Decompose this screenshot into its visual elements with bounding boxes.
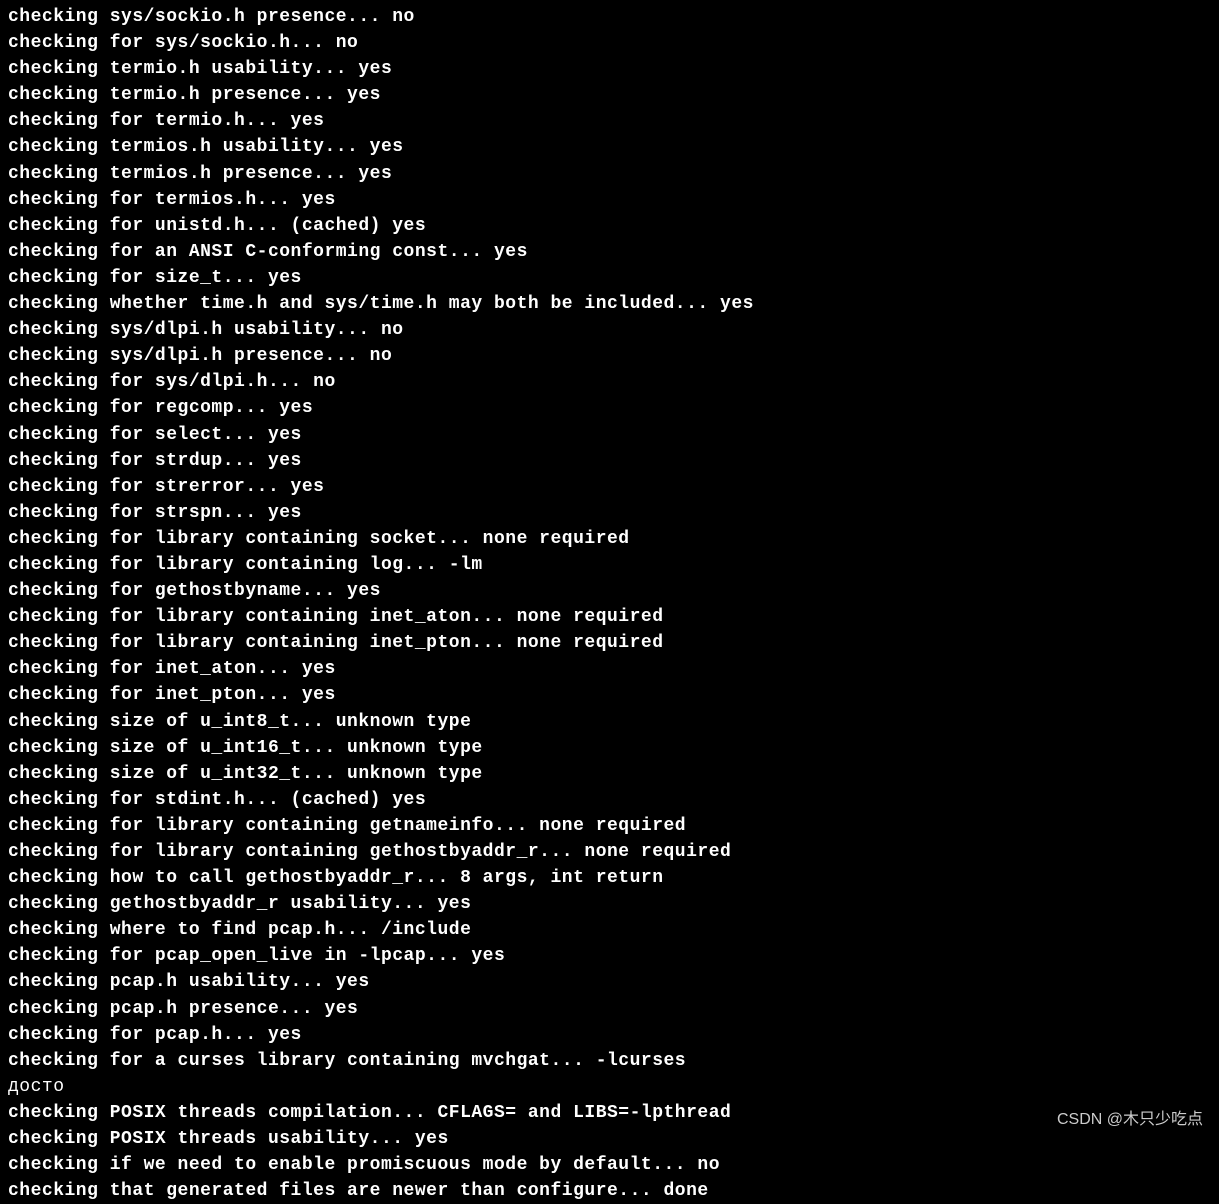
terminal-line: checking POSIX threads compilation... CF…	[8, 1100, 1211, 1126]
terminal-line: checking for library containing inet_pto…	[8, 630, 1211, 656]
terminal-line: checking how to call gethostbyaddr_r... …	[8, 865, 1211, 891]
terminal-line: checking for strspn... yes	[8, 500, 1211, 526]
terminal-line: checking for regcomp... yes	[8, 395, 1211, 421]
terminal-line: checking for library containing gethostb…	[8, 839, 1211, 865]
watermark-text: CSDN @木只少吃点	[1057, 1108, 1203, 1131]
terminal-line: checking that generated files are newer …	[8, 1178, 1211, 1204]
terminal-line: checking termio.h usability... yes	[8, 56, 1211, 82]
terminal-line: checking for inet_aton... yes	[8, 656, 1211, 682]
terminal-line: checking for unistd.h... (cached) yes	[8, 213, 1211, 239]
terminal-line: checking for termios.h... yes	[8, 187, 1211, 213]
terminal-line: checking for library containing inet_ato…	[8, 604, 1211, 630]
terminal-line: checking size of u_int16_t... unknown ty…	[8, 735, 1211, 761]
terminal-line: checking for inet_pton... yes	[8, 682, 1211, 708]
terminal-line: checking for sys/dlpi.h... no	[8, 369, 1211, 395]
terminal-line: checking for select... yes	[8, 422, 1211, 448]
terminal-line: checking for sys/sockio.h... no	[8, 30, 1211, 56]
terminal-line: checking for strerror... yes	[8, 474, 1211, 500]
terminal-line: checking for pcap_open_live in -lpcap...…	[8, 943, 1211, 969]
terminal-line: checking size of u_int32_t... unknown ty…	[8, 761, 1211, 787]
terminal-line: checking if we need to enable promiscuou…	[8, 1152, 1211, 1178]
terminal-line: checking whether time.h and sys/time.h m…	[8, 291, 1211, 317]
terminal-line: checking POSIX threads usability... yes	[8, 1126, 1211, 1152]
terminal-line: checking pcap.h usability... yes	[8, 969, 1211, 995]
terminal-line: checking for gethostbyname... yes	[8, 578, 1211, 604]
terminal-line: checking size of u_int8_t... unknown typ…	[8, 709, 1211, 735]
terminal-line: checking termios.h usability... yes	[8, 134, 1211, 160]
terminal-line: checking for pcap.h... yes	[8, 1022, 1211, 1048]
terminal-line: checking for termio.h... yes	[8, 108, 1211, 134]
terminal-output: checking sys/sockio.h presence... no che…	[8, 4, 1211, 1204]
terminal-line: checking sys/dlpi.h usability... no	[8, 317, 1211, 343]
terminal-line: checking where to find pcap.h... /includ…	[8, 917, 1211, 943]
terminal-line: checking sys/sockio.h presence... no	[8, 4, 1211, 30]
terminal-line: checking termios.h presence... yes	[8, 161, 1211, 187]
terminal-line: checking for an ANSI C-conforming const.…	[8, 239, 1211, 265]
terminal-line: checking for library containing log... -…	[8, 552, 1211, 578]
terminal-line: checking pcap.h presence... yes	[8, 996, 1211, 1022]
terminal-line: checking for size_t... yes	[8, 265, 1211, 291]
terminal-line: checking sys/dlpi.h presence... no	[8, 343, 1211, 369]
terminal-line: checking gethostbyaddr_r usability... ye…	[8, 891, 1211, 917]
terminal-line: checking for library containing getnamei…	[8, 813, 1211, 839]
terminal-line: checking for library containing socket..…	[8, 526, 1211, 552]
terminal-line: checking for strdup... yes	[8, 448, 1211, 474]
terminal-line: checking termio.h presence... yes	[8, 82, 1211, 108]
terminal-line: checking for a curses library containing…	[8, 1048, 1211, 1074]
terminal-line: checking for stdint.h... (cached) yes	[8, 787, 1211, 813]
